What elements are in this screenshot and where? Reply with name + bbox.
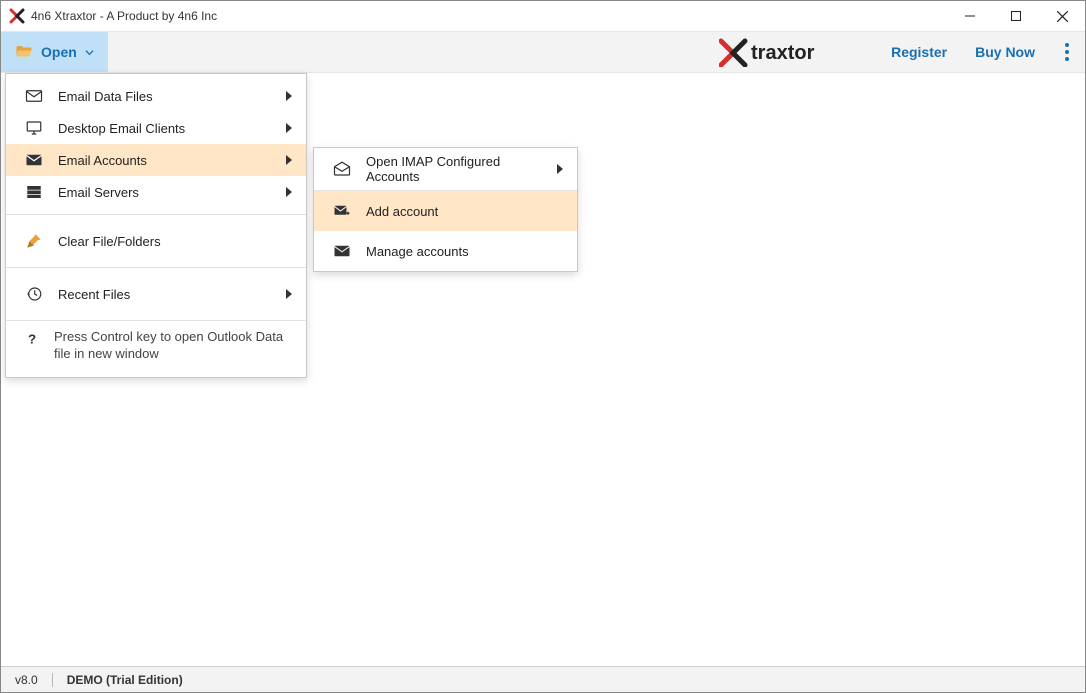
maximize-button[interactable] <box>993 1 1039 31</box>
chevron-right-icon <box>284 123 294 133</box>
menu-hint-text: Press Control key to open Outlook Data f… <box>54 329 288 363</box>
svg-text:?: ? <box>28 332 36 347</box>
submenu-item-label: Add account <box>366 204 565 219</box>
mail-add-icon <box>332 202 352 220</box>
menu-item-label: Email Accounts <box>58 153 270 168</box>
submenu-item-manage-accounts[interactable]: Manage accounts <box>314 231 577 271</box>
brand-text: traxtor <box>751 42 815 64</box>
buy-now-link[interactable]: Buy Now <box>961 32 1049 72</box>
history-icon <box>24 285 44 303</box>
chevron-down-icon <box>85 48 94 57</box>
open-label: Open <box>41 44 77 60</box>
register-link[interactable]: Register <box>877 32 961 72</box>
content-area: Email Data Files Desktop Email Clients E… <box>1 73 1085 666</box>
menu-item-label: Email Data Files <box>58 89 270 104</box>
menu-item-label: Desktop Email Clients <box>58 121 270 136</box>
mail-icon <box>24 87 44 105</box>
envelope-icon <box>24 151 44 169</box>
menu-item-email-servers[interactable]: Email Servers <box>6 176 306 208</box>
email-accounts-submenu: Open IMAP Configured Accounts Add accoun… <box>313 147 578 272</box>
folder-open-icon <box>15 43 33 61</box>
chevron-right-icon <box>284 187 294 197</box>
submenu-item-label: Open IMAP Configured Accounts <box>366 154 541 184</box>
close-button[interactable] <box>1039 1 1085 31</box>
chevron-right-icon <box>555 164 565 174</box>
brand-logo: traxtor <box>701 32 877 72</box>
app-window: 4n6 Xtraxtor - A Product by 4n6 Inc Open <box>0 0 1086 693</box>
chevron-right-icon <box>284 289 294 299</box>
menu-item-recent-files[interactable]: Recent Files <box>6 278 306 310</box>
app-logo-icon <box>9 8 25 24</box>
statusbar: v8.0 DEMO (Trial Edition) <box>1 666 1085 692</box>
menu-item-clear-files[interactable]: Clear File/Folders <box>6 225 306 257</box>
version-label: v8.0 <box>15 673 38 687</box>
toolbar: Open traxtor Register Buy Now <box>1 31 1085 73</box>
desktop-icon <box>24 119 44 137</box>
titlebar: 4n6 Xtraxtor - A Product by 4n6 Inc <box>1 1 1085 31</box>
window-title: 4n6 Xtraxtor - A Product by 4n6 Inc <box>31 9 217 23</box>
menu-item-label: Recent Files <box>58 287 270 302</box>
open-button[interactable]: Open <box>1 32 108 72</box>
mail-manage-icon <box>332 242 352 260</box>
submenu-item-label: Manage accounts <box>366 244 565 259</box>
submenu-item-open-imap[interactable]: Open IMAP Configured Accounts <box>314 148 577 190</box>
menu-item-label: Email Servers <box>58 185 270 200</box>
menu-item-desktop-email-clients[interactable]: Desktop Email Clients <box>6 112 306 144</box>
menu-item-email-accounts[interactable]: Email Accounts <box>6 144 306 176</box>
divider <box>52 673 53 687</box>
more-options-button[interactable] <box>1049 32 1085 72</box>
menu-hint: ? Press Control key to open Outlook Data… <box>6 321 306 377</box>
question-icon: ? <box>24 329 40 363</box>
menu-item-email-data-files[interactable]: Email Data Files <box>6 80 306 112</box>
mail-open-icon <box>332 160 352 178</box>
menu-item-label: Clear File/Folders <box>58 234 294 249</box>
broom-icon <box>24 232 44 250</box>
open-menu: Email Data Files Desktop Email Clients E… <box>5 73 307 378</box>
chevron-right-icon <box>284 91 294 101</box>
minimize-button[interactable] <box>947 1 993 31</box>
submenu-item-add-account[interactable]: Add account <box>314 191 577 231</box>
chevron-right-icon <box>284 155 294 165</box>
server-icon <box>24 183 44 201</box>
edition-label: DEMO (Trial Edition) <box>67 673 183 687</box>
